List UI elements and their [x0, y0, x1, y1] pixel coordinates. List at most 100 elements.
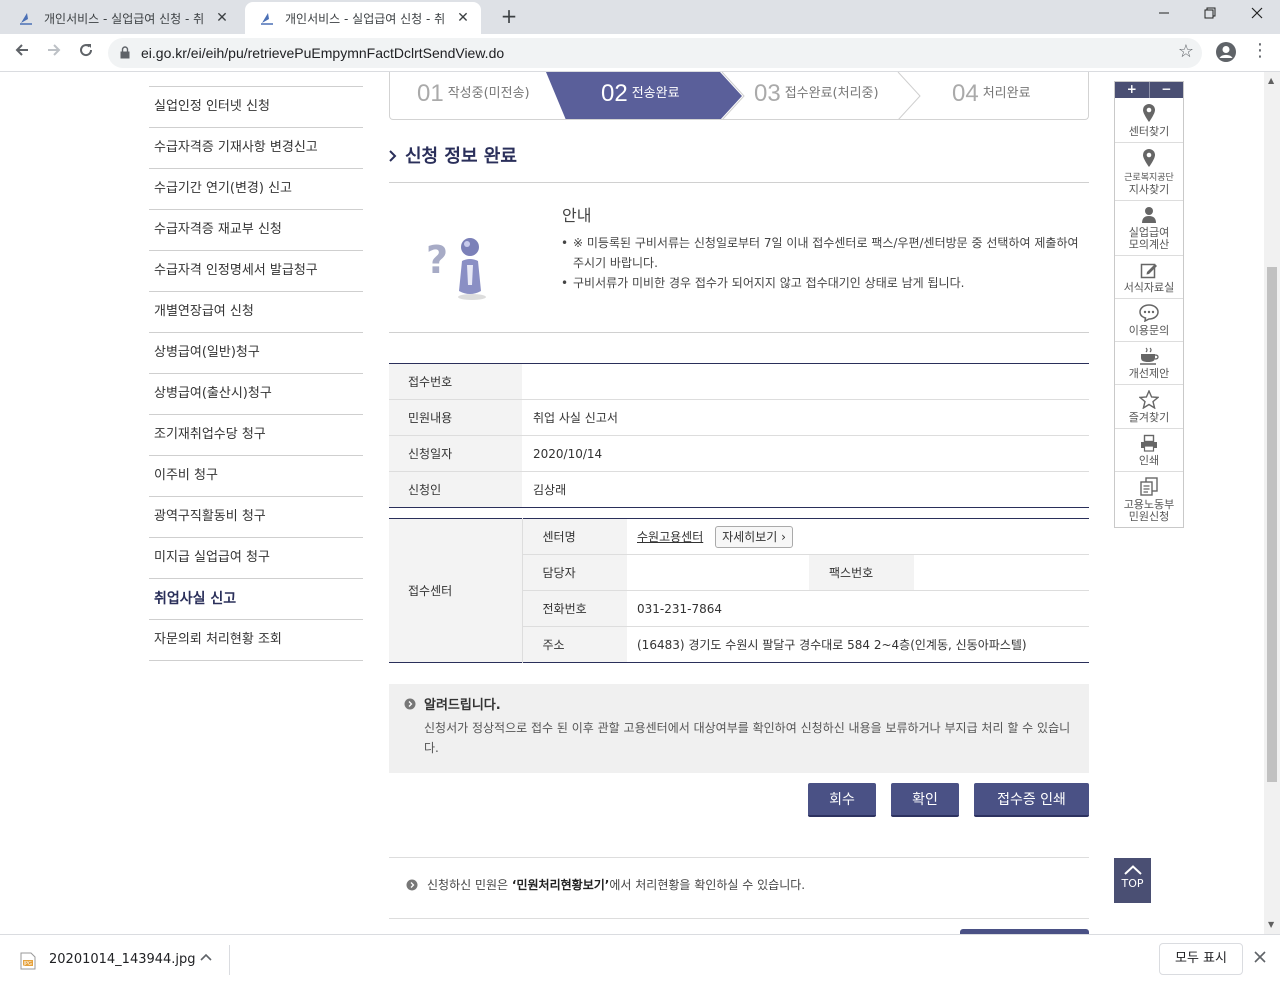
- quick-favorites[interactable]: 즐겨찾기: [1115, 385, 1183, 429]
- left-menu-item[interactable]: 수급자격증 기재사항 변경신고: [149, 128, 363, 169]
- chevron-up-icon[interactable]: [200, 950, 212, 965]
- zoom-out-button[interactable]: −: [1150, 82, 1184, 98]
- svg-text:?: ?: [426, 238, 448, 282]
- circle-chevron-icon: [406, 879, 418, 891]
- phone-label: 전화번호: [522, 590, 627, 627]
- browser-menu-icon[interactable]: ⋮: [1251, 40, 1269, 62]
- center-name-link[interactable]: 수원고용센터: [637, 530, 703, 544]
- table-row: 신청인 김상래: [389, 471, 1089, 508]
- notice-list: ※ 미등록된 구비서류는 신청일로부터 7일 이내 접수센터로 팩스/우편/센터…: [559, 233, 1079, 293]
- left-menu-item[interactable]: 광역구직활동비 청구: [149, 497, 363, 538]
- speech-bubble-icon: [1139, 304, 1159, 322]
- downloads-bar: JPG 20201014_143944.jpg 모두 표시: [0, 934, 1280, 984]
- circle-chevron-icon: [404, 698, 416, 710]
- quick-ministry-petition[interactable]: 고용노동부 민원신청: [1115, 472, 1183, 527]
- person-icon: [1142, 207, 1156, 223]
- phone-value: 031-231-7864: [627, 590, 1089, 627]
- left-menu-item[interactable]: 수급기간 연기(변경) 신고: [149, 169, 363, 210]
- section-title: 신청 정보 완료: [389, 142, 517, 168]
- location-pin-icon: [1143, 149, 1155, 167]
- left-menu-item[interactable]: 취업사실 신고: [149, 579, 363, 620]
- svg-text:JPG: JPG: [23, 961, 32, 967]
- tab-title: 개인서비스 - 실업급여 신청 - 취: [44, 11, 205, 26]
- left-menu-item[interactable]: 조기재취업수당 청구: [149, 415, 363, 456]
- notice-item: ※ 미등록된 구비서류는 신청일로부터 7일 이내 접수센터로 팩스/우편/센터…: [559, 233, 1079, 273]
- quick-print[interactable]: 인쇄: [1115, 429, 1183, 472]
- retract-button[interactable]: 회수: [808, 783, 876, 817]
- window-close-icon[interactable]: [1234, 0, 1280, 30]
- left-menu-item[interactable]: 미지급 실업급여 청구: [149, 538, 363, 579]
- quick-benefit-calculator[interactable]: 실업급여 모의계산: [1115, 201, 1183, 256]
- left-menu-item[interactable]: 이주비 청구: [149, 456, 363, 497]
- left-menu-item[interactable]: 개별연장급여 신청: [149, 292, 363, 333]
- step-3: 03 접수완료(처리중): [754, 80, 879, 107]
- manager-label: 담당자: [522, 554, 627, 591]
- step-2: 02 전송완료: [601, 80, 680, 107]
- content-label: 민원내용: [389, 399, 522, 436]
- scroll-top-button[interactable]: TOP: [1114, 858, 1151, 903]
- notice-title: 안내: [562, 206, 592, 225]
- receipt-no-value: [522, 363, 1089, 400]
- address-bar[interactable]: ei.go.kr/ei/eih/pu/retrievePuEmpymnFactD…: [108, 38, 1202, 68]
- browser-tab-1[interactable]: 개인서비스 - 실업급여 신청 - 취 ✕: [4, 2, 240, 34]
- restore-icon[interactable]: [1187, 0, 1233, 30]
- close-icon[interactable]: [1254, 948, 1266, 967]
- lock-icon: [120, 46, 130, 59]
- forward-icon[interactable]: [42, 41, 66, 65]
- image-file-icon: JPG: [20, 952, 36, 970]
- center-group-label: 접수센터: [389, 518, 523, 663]
- left-menu-item[interactable]: 수급자격 인정명세서 발급청구: [149, 251, 363, 292]
- center-info-table: 접수센터 센터명 수원고용센터 자세히보기 › 담당자 팩스번호 전화번호 03…: [389, 518, 1089, 663]
- manager-value: [627, 554, 809, 591]
- applicant-label: 신청인: [389, 471, 522, 508]
- minimize-icon[interactable]: [1141, 0, 1187, 30]
- status-guide-text: 신청하신 민원은 ‘민원처리현황보기’에서 처리현황을 확인하실 수 있습니다.: [427, 878, 806, 892]
- printer-icon: [1141, 434, 1157, 452]
- address-label: 주소: [522, 626, 627, 663]
- left-menu-item[interactable]: 수급자격증 재교부 신청: [149, 210, 363, 251]
- browser-tab-bar: 개인서비스 - 실업급여 신청 - 취 ✕ 개인서비스 - 실업급여 신청 - …: [0, 0, 1280, 34]
- download-item[interactable]: JPG 20201014_143944.jpg: [12, 945, 230, 975]
- page-scrollbar[interactable]: ▲ ▼: [1264, 72, 1280, 934]
- quick-center-search[interactable]: 센터찾기: [1115, 98, 1183, 143]
- url-text[interactable]: ei.go.kr/ei/eih/pu/retrievePuEmpymnFactD…: [141, 45, 504, 61]
- edit-document-icon: [1140, 263, 1157, 279]
- receipt-no-label: 접수번호: [389, 363, 522, 400]
- left-menu-item[interactable]: 상병급여(일반)청구: [149, 333, 363, 374]
- announcement-title: 알려드립니다.: [424, 698, 501, 713]
- reload-icon[interactable]: [74, 41, 98, 65]
- scroll-down-icon[interactable]: ▼: [1268, 920, 1274, 929]
- status-guide-box: 신청하신 민원은 ‘민원처리현황보기’에서 처리현황을 확인하실 수 있습니다.: [389, 857, 1089, 919]
- quick-forms-library[interactable]: 서식자료실: [1115, 256, 1183, 299]
- left-menu-item[interactable]: 상병급여(출산시)청구: [149, 374, 363, 415]
- new-tab-button[interactable]: +: [498, 6, 520, 28]
- application-info-table: 접수번호 민원내용 취업 사실 신고서 신청일자 2020/10/14 신청인 …: [389, 363, 1089, 508]
- quick-suggestion[interactable]: 개선제안: [1115, 342, 1183, 385]
- address-value: (16483) 경기도 수원시 팔달구 경수대로 584 2~4층(인계동, 신…: [637, 638, 1027, 652]
- scroll-up-icon[interactable]: ▲: [1268, 76, 1274, 85]
- detail-view-button[interactable]: 자세히보기 ›: [715, 525, 793, 548]
- zoom-in-button[interactable]: +: [1115, 82, 1150, 98]
- tab-close-icon[interactable]: ✕: [214, 10, 230, 26]
- print-receipt-button[interactable]: 접수증 인쇄: [974, 783, 1089, 817]
- back-icon[interactable]: [10, 41, 34, 65]
- progress-steps: 01 작성중(미전송) 02 전송완료 03 접수완료(처리중) 04 처리완료: [389, 72, 1089, 120]
- browser-tab-2[interactable]: 개인서비스 - 실업급여 신청 - 취 ✕: [245, 2, 481, 34]
- confirm-button[interactable]: 확인: [891, 783, 959, 817]
- tab-close-icon[interactable]: ✕: [455, 10, 471, 26]
- chevron-up-icon: [1123, 865, 1142, 875]
- content-value: 취업 사실 신고서: [522, 399, 1089, 436]
- quick-inquiry[interactable]: 이용문의: [1115, 299, 1183, 342]
- account-icon[interactable]: [1215, 41, 1237, 63]
- bookmark-star-icon[interactable]: ☆: [1178, 41, 1194, 62]
- table-row: 민원내용 취업 사실 신고서: [389, 399, 1089, 436]
- quick-branch-search[interactable]: 근로복지공단 지사찾기: [1115, 143, 1183, 201]
- show-all-button[interactable]: 모두 표시: [1159, 943, 1243, 975]
- left-menu-item[interactable]: 자문의뢰 처리현황 조회: [149, 620, 363, 661]
- scrollbar-thumb[interactable]: [1267, 267, 1277, 782]
- download-filename[interactable]: 20201014_143944.jpg: [49, 952, 196, 967]
- left-menu-item[interactable]: 실업인정 인터넷 신청: [149, 87, 363, 128]
- fax-label: 팩스번호: [809, 554, 914, 591]
- left-menu: 실업인정 인터넷 신청 수급자격증 기재사항 변경신고 수급기간 연기(변경) 신고…: [149, 86, 363, 661]
- date-label: 신청일자: [389, 435, 522, 472]
